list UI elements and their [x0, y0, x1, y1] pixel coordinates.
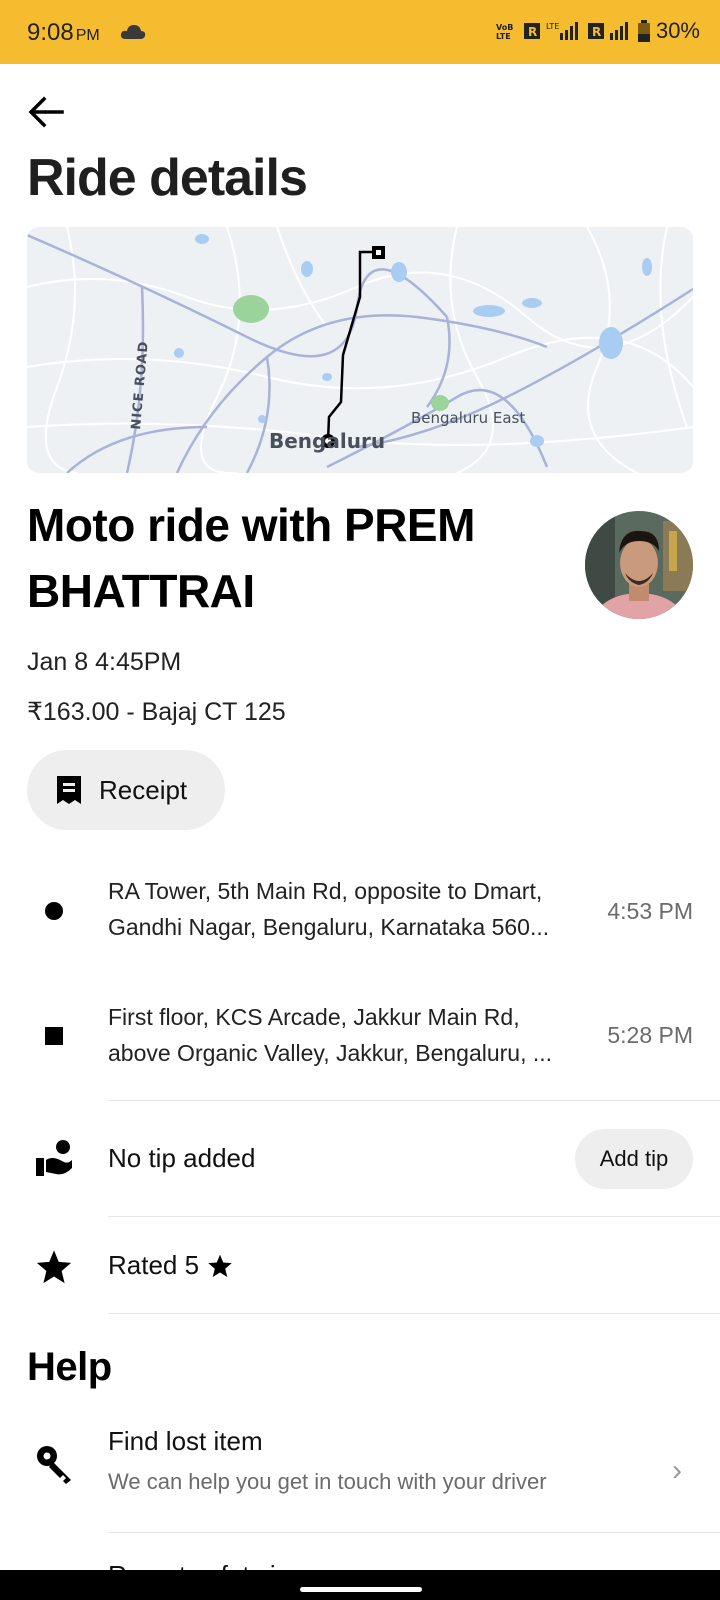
page-title: Ride details — [27, 149, 308, 207]
find-lost-item-subtitle: We can help you get in touch with your d… — [108, 1469, 547, 1494]
svg-text:R: R — [592, 25, 601, 39]
tip-status: No tip added — [108, 1143, 256, 1173]
system-nav-bar — [0, 1570, 720, 1600]
roaming-icon: R — [523, 23, 540, 39]
divider — [108, 1532, 720, 1533]
star-icon — [35, 1248, 73, 1291]
rating: Rated 5 — [108, 1250, 233, 1281]
signal-icon — [609, 22, 628, 40]
svg-text:VoB: VoB — [496, 23, 513, 32]
key-icon — [35, 1444, 75, 1489]
find-lost-item-row[interactable]: Find lost item We can help you get in to… — [0, 1420, 720, 1530]
find-lost-item-title: Find lost item — [108, 1426, 263, 1456]
rating-label: Rated 5 — [108, 1250, 200, 1280]
add-tip-button[interactable]: Add tip — [575, 1129, 693, 1189]
battery-icon — [637, 20, 650, 42]
svg-text:LTE: LTE — [546, 22, 559, 31]
status-icons: VoB LTE R LTE R 30% — [496, 18, 700, 44]
tip-hand-icon — [34, 1138, 74, 1183]
dropoff-square-icon — [45, 1027, 63, 1045]
pickup-time: 4:53 PM — [607, 898, 693, 924]
receipt-icon — [57, 776, 81, 804]
battery-percent: 30% — [655, 18, 700, 43]
divider — [108, 1216, 720, 1217]
chevron-right-icon: › — [672, 1454, 682, 1487]
ride-title: Moto ride with PREM BHATTRAI — [27, 499, 475, 617]
lte-signal-icon: LTE — [546, 22, 578, 40]
pickup-dot-icon — [45, 902, 63, 920]
svg-text:R: R — [528, 25, 537, 39]
status-bar: 9:08 PM VoB LTE R LTE R 30% — [0, 0, 720, 64]
divider — [108, 1313, 720, 1314]
svg-text:LTE: LTE — [496, 32, 511, 41]
home-indicator[interactable] — [300, 1587, 422, 1592]
pickup-address: RA Tower, 5th Main Rd, opposite to Dmart… — [108, 878, 550, 940]
volte-icon: VoBLTE — [496, 23, 513, 41]
back-button[interactable] — [26, 92, 68, 132]
ride-fare-vehicle: ₹163.00 - Bajaj CT 125 — [27, 698, 286, 726]
arrow-left-icon — [28, 96, 64, 128]
driver-avatar — [585, 511, 693, 619]
status-time: 9:08 PM — [27, 19, 100, 46]
divider — [108, 1100, 720, 1101]
help-heading: Help — [27, 1345, 112, 1389]
dropoff-address: First floor, KCS Arcade, Jakkur Main Rd,… — [108, 1004, 553, 1066]
map-label-bengaluru: Bengaluru — [269, 429, 385, 453]
cloud-icon — [120, 24, 146, 45]
receipt-label: Receipt — [99, 774, 188, 805]
rating-star-icon — [208, 1254, 232, 1277]
dropoff-time: 5:28 PM — [607, 1022, 693, 1048]
receipt-button[interactable]: Receipt — [27, 750, 225, 830]
roaming-icon-2: R — [587, 23, 604, 39]
ride-date: Jan 8 4:45PM — [27, 648, 182, 676]
map-label-bengaluru-east: Bengaluru East — [411, 409, 525, 427]
route-map[interactable]: NICE ROAD Bengaluru East Bengaluru — [27, 227, 693, 473]
